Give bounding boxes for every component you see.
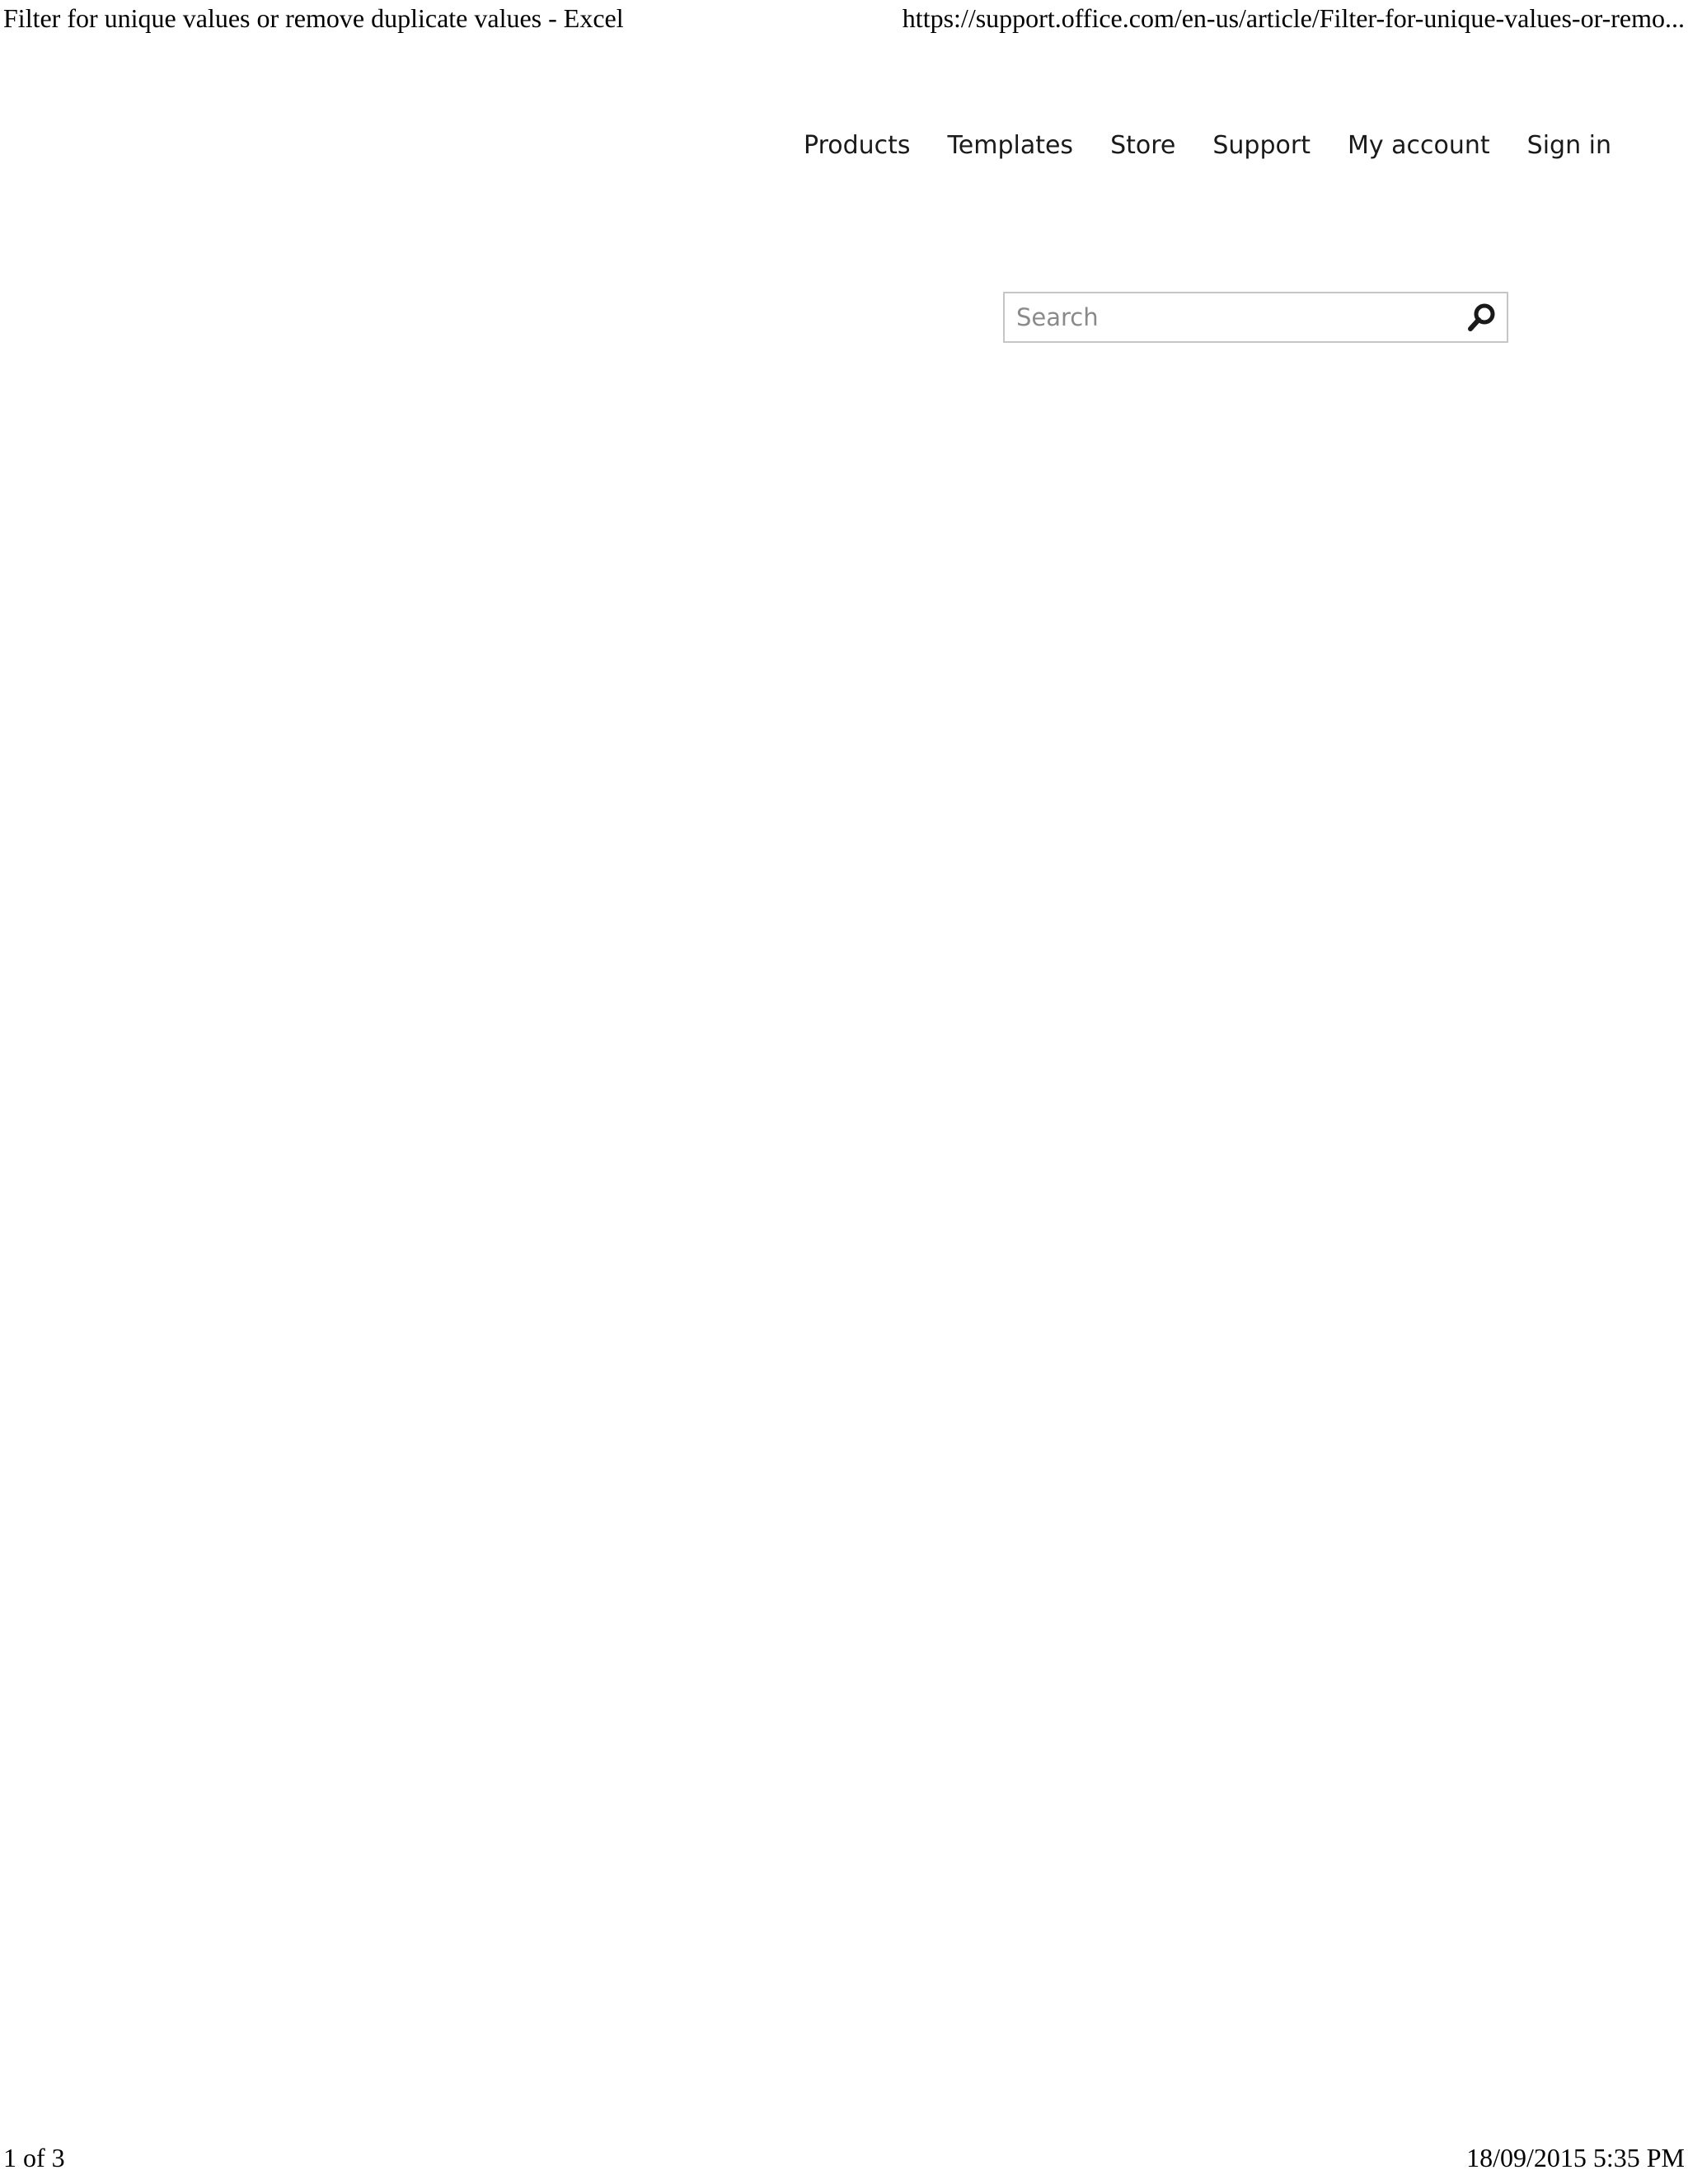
nav-item-sign-in[interactable]: Sign in xyxy=(1527,125,1611,166)
print-footer-page-number: 1 of 3 xyxy=(3,2143,65,2172)
nav-item-my-account[interactable]: My account xyxy=(1348,125,1490,166)
search-icon[interactable] xyxy=(1464,299,1500,335)
print-footer-datetime: 18/09/2015 5:35 PM xyxy=(1466,2143,1685,2172)
print-header-title: Filter for unique values or remove dupli… xyxy=(3,3,624,33)
nav-item-products[interactable]: Products xyxy=(804,125,911,166)
print-header-url: https://support.office.com/en-us/article… xyxy=(902,3,1685,33)
nav-item-templates[interactable]: Templates xyxy=(948,125,1074,166)
search-box xyxy=(1003,292,1508,343)
top-nav: Products Templates Store Support My acco… xyxy=(804,125,1611,166)
nav-item-support[interactable]: Support xyxy=(1212,125,1311,166)
search-input[interactable] xyxy=(1005,293,1450,341)
nav-item-store[interactable]: Store xyxy=(1110,125,1175,166)
